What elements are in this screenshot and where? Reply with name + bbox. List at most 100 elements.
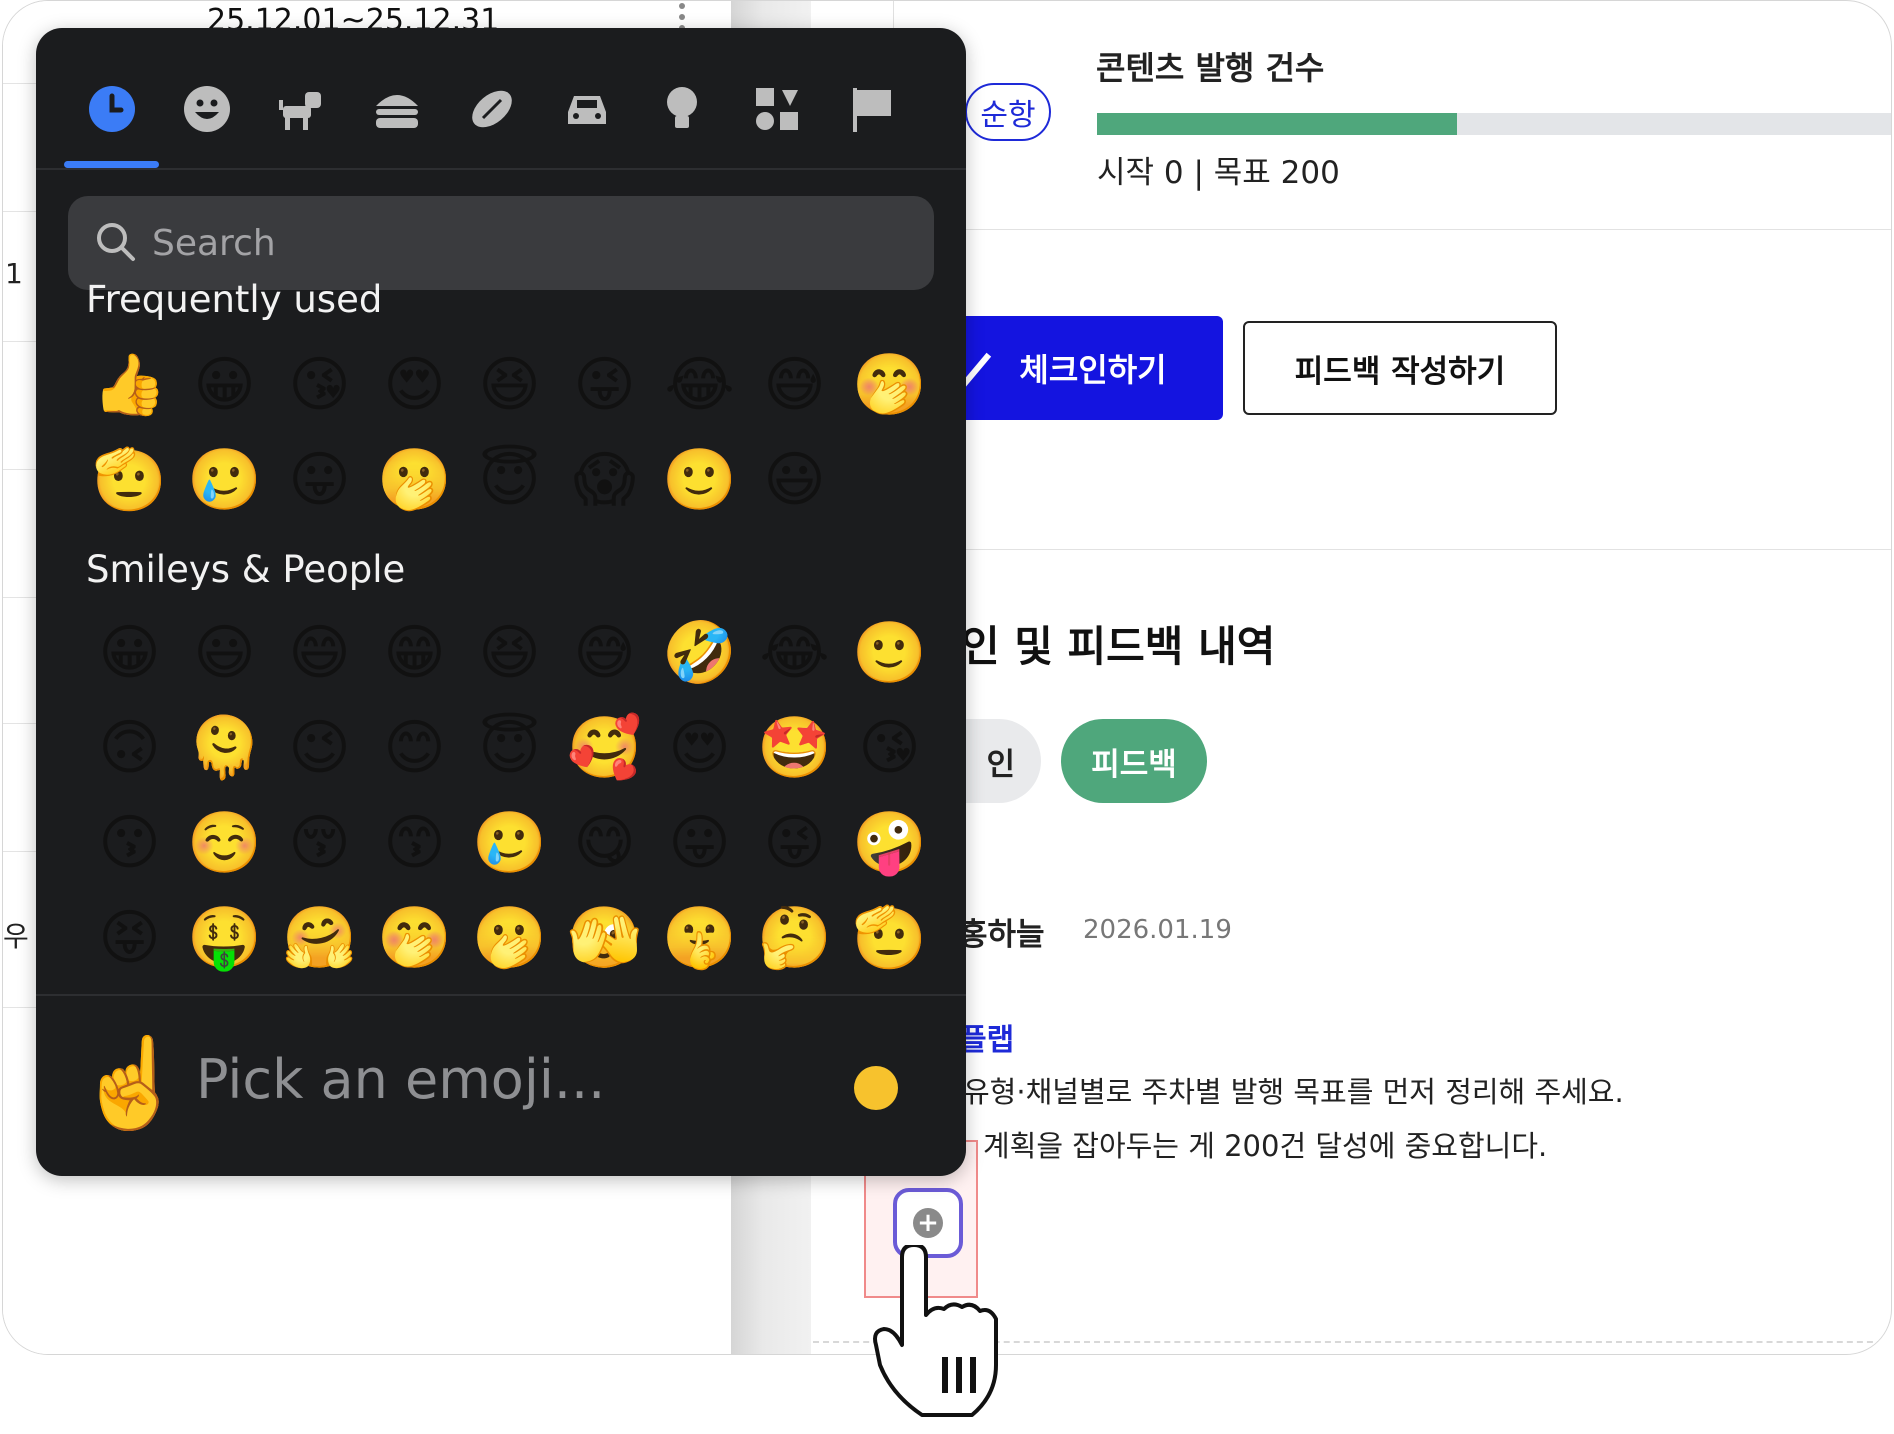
emoji-item[interactable]: 😝 [82, 891, 177, 986]
emoji-item[interactable]: 😃 [177, 606, 272, 701]
emoji-item[interactable]: 🤪 [842, 796, 937, 891]
emoji-item[interactable]: 😇 [462, 433, 557, 528]
emoji-item[interactable]: 😍 [652, 701, 747, 796]
emoji-item[interactable]: 🙃 [82, 701, 177, 796]
tab-recent[interactable] [64, 56, 159, 168]
emoji-item[interactable]: 🥲 [177, 433, 272, 528]
emoji-item[interactable]: 😀 [177, 338, 272, 433]
emoji-item[interactable]: 😅 [557, 606, 652, 701]
section-divider [953, 229, 1891, 230]
progress-bar [1097, 113, 1891, 135]
emoji-item[interactable]: 🥲 [462, 796, 557, 891]
emoji-item[interactable]: 🤔 [747, 891, 842, 986]
emoji-item[interactable]: 🤣 [652, 606, 747, 701]
symbols-icon [755, 88, 798, 130]
emoji-item[interactable]: 😇 [462, 701, 557, 796]
emoji-item[interactable]: 🫡 [82, 433, 177, 528]
emoji-item[interactable]: 😛 [272, 433, 367, 528]
entry-text-line: 유형·채널별로 주차별 발행 목표를 먼저 정리해 주세요. [963, 1075, 1624, 1109]
metric-title: 콘텐츠 발행 건수 [1096, 49, 1325, 87]
section-smileys-title: Smileys & People [86, 548, 406, 591]
activity-icon [471, 90, 512, 128]
emoji-picker: Frequently used 👍😀😘😍😆😜😂😅🤭🫡🥲😛🫢😇😱🙂😃 Smiley… [36, 28, 966, 1176]
emoji-item[interactable]: 😱 [557, 433, 652, 528]
progress-fill [1097, 113, 1457, 135]
hand-cursor-icon [873, 1245, 998, 1417]
emoji-item[interactable]: 😂 [652, 338, 747, 433]
row-label: 우 [3, 920, 29, 953]
emoji-item[interactable]: 🫢 [367, 433, 462, 528]
emoji-item[interactable]: 🙂 [652, 433, 747, 528]
progress-label: 시작 0 | 목표 200 [1097, 155, 1340, 191]
emoji-item[interactable]: 🙂 [842, 606, 937, 701]
history-title: 인 및 피드백 내역 [961, 622, 1276, 671]
category-tabs [64, 56, 944, 168]
emoji-item[interactable]: 😁 [367, 606, 462, 701]
emoji-item[interactable]: 🫢 [462, 891, 557, 986]
emoji-item[interactable]: 🫣 [557, 891, 652, 986]
tab-objects[interactable] [634, 56, 729, 168]
section-divider [953, 549, 1891, 550]
search-icon [97, 223, 135, 261]
emoji-item[interactable]: 🤩 [747, 701, 842, 796]
emoji-item[interactable]: 🤭 [367, 891, 462, 986]
emoji-item[interactable]: 😀 [82, 606, 177, 701]
write-feedback-button[interactable]: 피드백 작성하기 [1243, 321, 1557, 415]
emoji-item[interactable]: 🤑 [177, 891, 272, 986]
travel-icon [567, 96, 606, 124]
emoji-item[interactable]: 😜 [747, 796, 842, 891]
search-input[interactable] [150, 214, 894, 272]
preview-text: Pick an emoji... [196, 1048, 606, 1111]
tab-travel[interactable] [539, 56, 634, 168]
add-icon: + [913, 1208, 943, 1238]
recent-icon [88, 86, 135, 132]
emoji-item[interactable]: 🤗 [272, 891, 367, 986]
animals-icon [278, 92, 321, 130]
emoji-item[interactable]: 😗 [82, 796, 177, 891]
flags-icon [852, 88, 891, 132]
smileys-icon [183, 86, 230, 132]
emoji-item[interactable]: 😜 [557, 338, 652, 433]
emoji-item[interactable]: 😛 [652, 796, 747, 891]
entry-date: 2026.01.19 [1083, 915, 1232, 945]
emoji-item[interactable]: 😄 [272, 606, 367, 701]
emoji-item[interactable]: 👍 [82, 338, 177, 433]
tab-feedback[interactable]: 피드백 [1061, 719, 1207, 803]
entry-author: 홍하늘 [959, 917, 1045, 953]
tab-animals[interactable] [254, 56, 349, 168]
tab-flags[interactable] [824, 56, 919, 168]
tab-food[interactable] [349, 56, 444, 168]
emoji-item[interactable]: 🤭 [842, 338, 937, 433]
emoji-item[interactable]: 🤫 [652, 891, 747, 986]
emoji-search[interactable] [68, 196, 934, 290]
emoji-item[interactable]: ☺️ [177, 796, 272, 891]
emoji-item[interactable]: 😆 [462, 606, 557, 701]
emoji-item[interactable]: 😆 [462, 338, 557, 433]
checkin-button[interactable]: 체크인하기 [923, 316, 1223, 420]
emoji-item[interactable]: 😊 [367, 701, 462, 796]
emoji-item[interactable]: 😚 [272, 796, 367, 891]
emoji-item[interactable]: 🥰 [557, 701, 652, 796]
section-frequently-used-title: Frequently used [86, 278, 383, 321]
entry-tag: 플랩 [959, 1023, 1015, 1058]
picker-divider [36, 168, 966, 170]
emoji-item[interactable]: 🫠 [177, 701, 272, 796]
emoji-item[interactable]: 😃 [747, 433, 842, 528]
tab-activity[interactable] [444, 56, 539, 168]
emoji-item[interactable]: 😂 [747, 606, 842, 701]
frequently-used-grid: 👍 😀 😘 😍 😆 😜 😂 😅 🤭 🫡 🥲 😛 🫢 😇 😱 🙂 😃 [82, 338, 937, 528]
emoji-item[interactable]: 🫡 [842, 891, 937, 986]
emoji-item[interactable]: 😍 [367, 338, 462, 433]
emoji-item[interactable]: 😉 [272, 701, 367, 796]
tab-symbols[interactable] [729, 56, 824, 168]
objects-icon [666, 87, 697, 128]
emoji-item[interactable]: 😘 [272, 338, 367, 433]
emoji-item[interactable]: 😅 [747, 338, 842, 433]
emoji-item[interactable]: 😋 [557, 796, 652, 891]
skin-tone-button[interactable] [854, 1066, 898, 1110]
smileys-grid: 😀 😃 😄 😁 😆 😅 🤣 😂 🙂 🙃 🫠 😉 😊 😇 🥰 😍 🤩 😘 😗 ☺️ 😚 😙 🥲 😋 😛 😜 🤪 😝 🤑 🤗 🤭 🫢 🫣 🤫 🤔 🫡 [82, 606, 937, 986]
tab-smileys[interactable] [159, 56, 254, 168]
emoji-item[interactable]: 😙 [367, 796, 462, 891]
checkin-button-label: 체크인하기 [1019, 351, 1167, 389]
emoji-item[interactable]: 😘 [842, 701, 937, 796]
